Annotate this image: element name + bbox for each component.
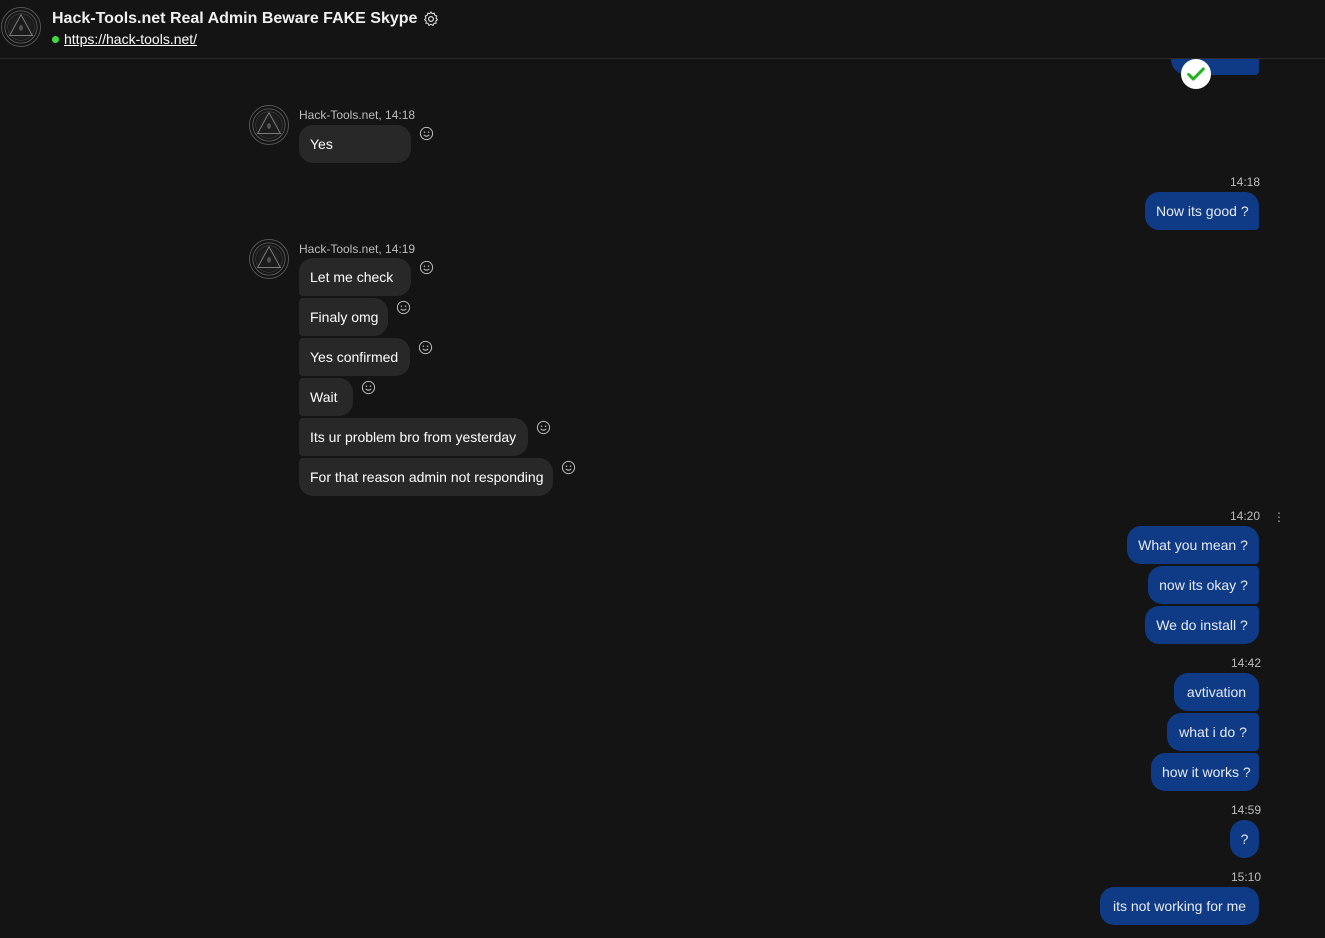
outgoing-message[interactable]: ? — [1230, 820, 1259, 858]
chat-header: Hack-Tools.net Real Admin Beware FAKE Sk… — [0, 0, 1325, 59]
message-timestamp: 14:59 — [1231, 803, 1262, 817]
sender-avatar[interactable] — [249, 239, 289, 279]
contact-avatar[interactable] — [1, 7, 41, 47]
outgoing-message[interactable]: avtivation — [1174, 673, 1259, 711]
sender-timestamp: Hack-Tools.net, 14:18 — [299, 108, 416, 122]
incoming-message[interactable]: Finaly omg — [299, 298, 388, 336]
smile-reaction-icon[interactable] — [418, 340, 433, 355]
outgoing-message[interactable]: how it works ? — [1151, 753, 1259, 791]
message-list[interactable]: Hack-Tools.net, 14:18 Yes 14:18 Now its … — [0, 37, 1325, 938]
message-timestamp: 15:10 — [1231, 870, 1262, 884]
incoming-message[interactable]: Wait — [299, 378, 353, 416]
logo-icon — [250, 106, 288, 144]
incoming-message[interactable]: For that reason admin not responding — [299, 458, 553, 496]
check-circle-icon — [1181, 59, 1211, 89]
chat-title: Hack-Tools.net Real Admin Beware FAKE Sk… — [52, 10, 440, 28]
outgoing-message[interactable]: its not working for me — [1100, 887, 1259, 925]
gear-icon[interactable] — [422, 10, 440, 28]
message-timestamp: 14:20 — [1230, 509, 1261, 523]
chat-title-text[interactable]: Hack-Tools.net Real Admin Beware FAKE Sk… — [52, 10, 417, 28]
header-subline: https://hack-tools.net/ — [52, 31, 197, 47]
incoming-message[interactable]: Yes — [299, 125, 411, 163]
online-status-dot — [52, 35, 59, 43]
outgoing-message[interactable]: what i do ? — [1167, 713, 1259, 751]
logo-icon — [250, 240, 288, 278]
outgoing-message[interactable]: Now its good ? — [1145, 192, 1259, 230]
smile-reaction-icon[interactable] — [396, 300, 411, 315]
sender-avatar[interactable] — [249, 105, 289, 145]
smile-reaction-icon[interactable] — [561, 460, 576, 475]
incoming-message[interactable]: Its ur problem bro from yesterday — [299, 418, 528, 456]
message-timestamp: 14:42 — [1231, 656, 1262, 670]
outgoing-message[interactable]: now its okay ? — [1148, 566, 1259, 604]
logo-icon — [2, 8, 40, 46]
smile-reaction-icon[interactable] — [536, 420, 551, 435]
smile-reaction-icon[interactable] — [361, 380, 376, 395]
more-options-icon[interactable]: ⋮ — [1273, 511, 1285, 523]
outgoing-message[interactable]: What you mean ? — [1127, 526, 1259, 564]
incoming-message[interactable]: Let me check — [299, 258, 411, 296]
sender-timestamp: Hack-Tools.net, 14:19 — [299, 242, 416, 256]
smile-reaction-icon[interactable] — [419, 126, 434, 141]
incoming-message[interactable]: Yes confirmed — [299, 338, 410, 376]
outgoing-message[interactable]: We do install ? — [1145, 606, 1259, 644]
message-timestamp: 14:18 — [1230, 175, 1261, 189]
smile-reaction-icon[interactable] — [419, 260, 434, 275]
website-link[interactable]: https://hack-tools.net/ — [64, 31, 197, 47]
